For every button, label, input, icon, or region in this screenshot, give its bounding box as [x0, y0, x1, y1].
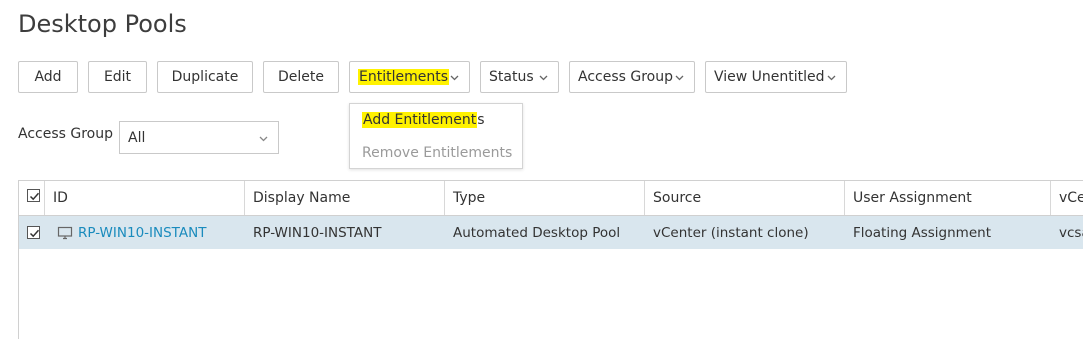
status-dropdown[interactable]: Status — [480, 61, 559, 93]
row-checkbox[interactable] — [27, 226, 40, 239]
cell-source: vCenter (instant clone) — [653, 224, 809, 241]
add-entitlements-suffix: s — [477, 112, 485, 128]
add-button[interactable]: Add — [18, 61, 78, 93]
checkbox-checked-icon — [29, 229, 40, 238]
entitlements-dropdown[interactable]: Entitlements — [349, 61, 470, 93]
entitlements-label: Entitlements — [358, 69, 449, 85]
access-group-label: Access Group — [578, 69, 673, 85]
cell-display-name: RP-WIN10-INSTANT — [253, 224, 382, 241]
entitlements-menu: Add Entitlements Remove Entitlements — [349, 103, 523, 169]
checkbox-checked-icon — [29, 192, 40, 201]
duplicate-button[interactable]: Duplicate — [157, 61, 253, 93]
chevron-down-icon — [539, 75, 548, 81]
access-group-filter-value: All — [128, 129, 146, 146]
access-group-dropdown[interactable]: Access Group — [569, 61, 695, 93]
cell-type: Automated Desktop Pool — [453, 224, 621, 241]
column-header-type[interactable]: Type — [445, 181, 645, 215]
chevron-down-icon — [259, 136, 268, 142]
column-header-id[interactable]: ID — [45, 181, 245, 215]
select-all-checkbox[interactable] — [27, 189, 40, 202]
page-title: Desktop Pools — [18, 10, 187, 38]
select-all-header — [19, 181, 45, 215]
edit-button[interactable]: Edit — [88, 61, 147, 93]
table-row[interactable]: RP-WIN10-INSTANT RP-WIN10-INSTANT Automa… — [19, 216, 1083, 249]
column-header-vcenter[interactable]: vCe — [1051, 181, 1083, 215]
column-header-source[interactable]: Source — [645, 181, 845, 215]
view-unentitled-dropdown[interactable]: View Unentitled — [705, 61, 847, 93]
access-group-filter-label: Access Group — [18, 126, 113, 142]
remove-entitlements-menu-item[interactable]: Remove Entitlements — [362, 145, 512, 161]
chevron-down-icon — [827, 75, 836, 81]
cell-user-assignment: Floating Assignment — [853, 224, 991, 241]
access-group-filter-select[interactable]: All — [119, 121, 279, 154]
monitor-icon — [57, 226, 73, 239]
view-unentitled-label: View Unentitled — [714, 69, 825, 85]
chevron-down-icon — [450, 75, 459, 81]
delete-button[interactable]: Delete — [263, 61, 339, 93]
column-header-display-name[interactable]: Display Name — [245, 181, 445, 215]
add-entitlements-menu-item[interactable]: Add Entitlements — [362, 112, 485, 128]
status-label: Status — [489, 69, 534, 85]
desktop-pools-table: ID Display Name Type Source User Assignm… — [18, 180, 1083, 339]
table-header: ID Display Name Type Source User Assignm… — [19, 181, 1083, 216]
column-header-user-assignment[interactable]: User Assignment — [845, 181, 1051, 215]
add-entitlements-highlight: Add Entitlement — [362, 112, 478, 128]
cell-id: RP-WIN10-INSTANT — [49, 216, 245, 249]
pool-id-link[interactable]: RP-WIN10-INSTANT — [78, 225, 206, 241]
cell-vcenter: vcsa — [1059, 224, 1083, 241]
chevron-down-icon — [675, 75, 684, 81]
